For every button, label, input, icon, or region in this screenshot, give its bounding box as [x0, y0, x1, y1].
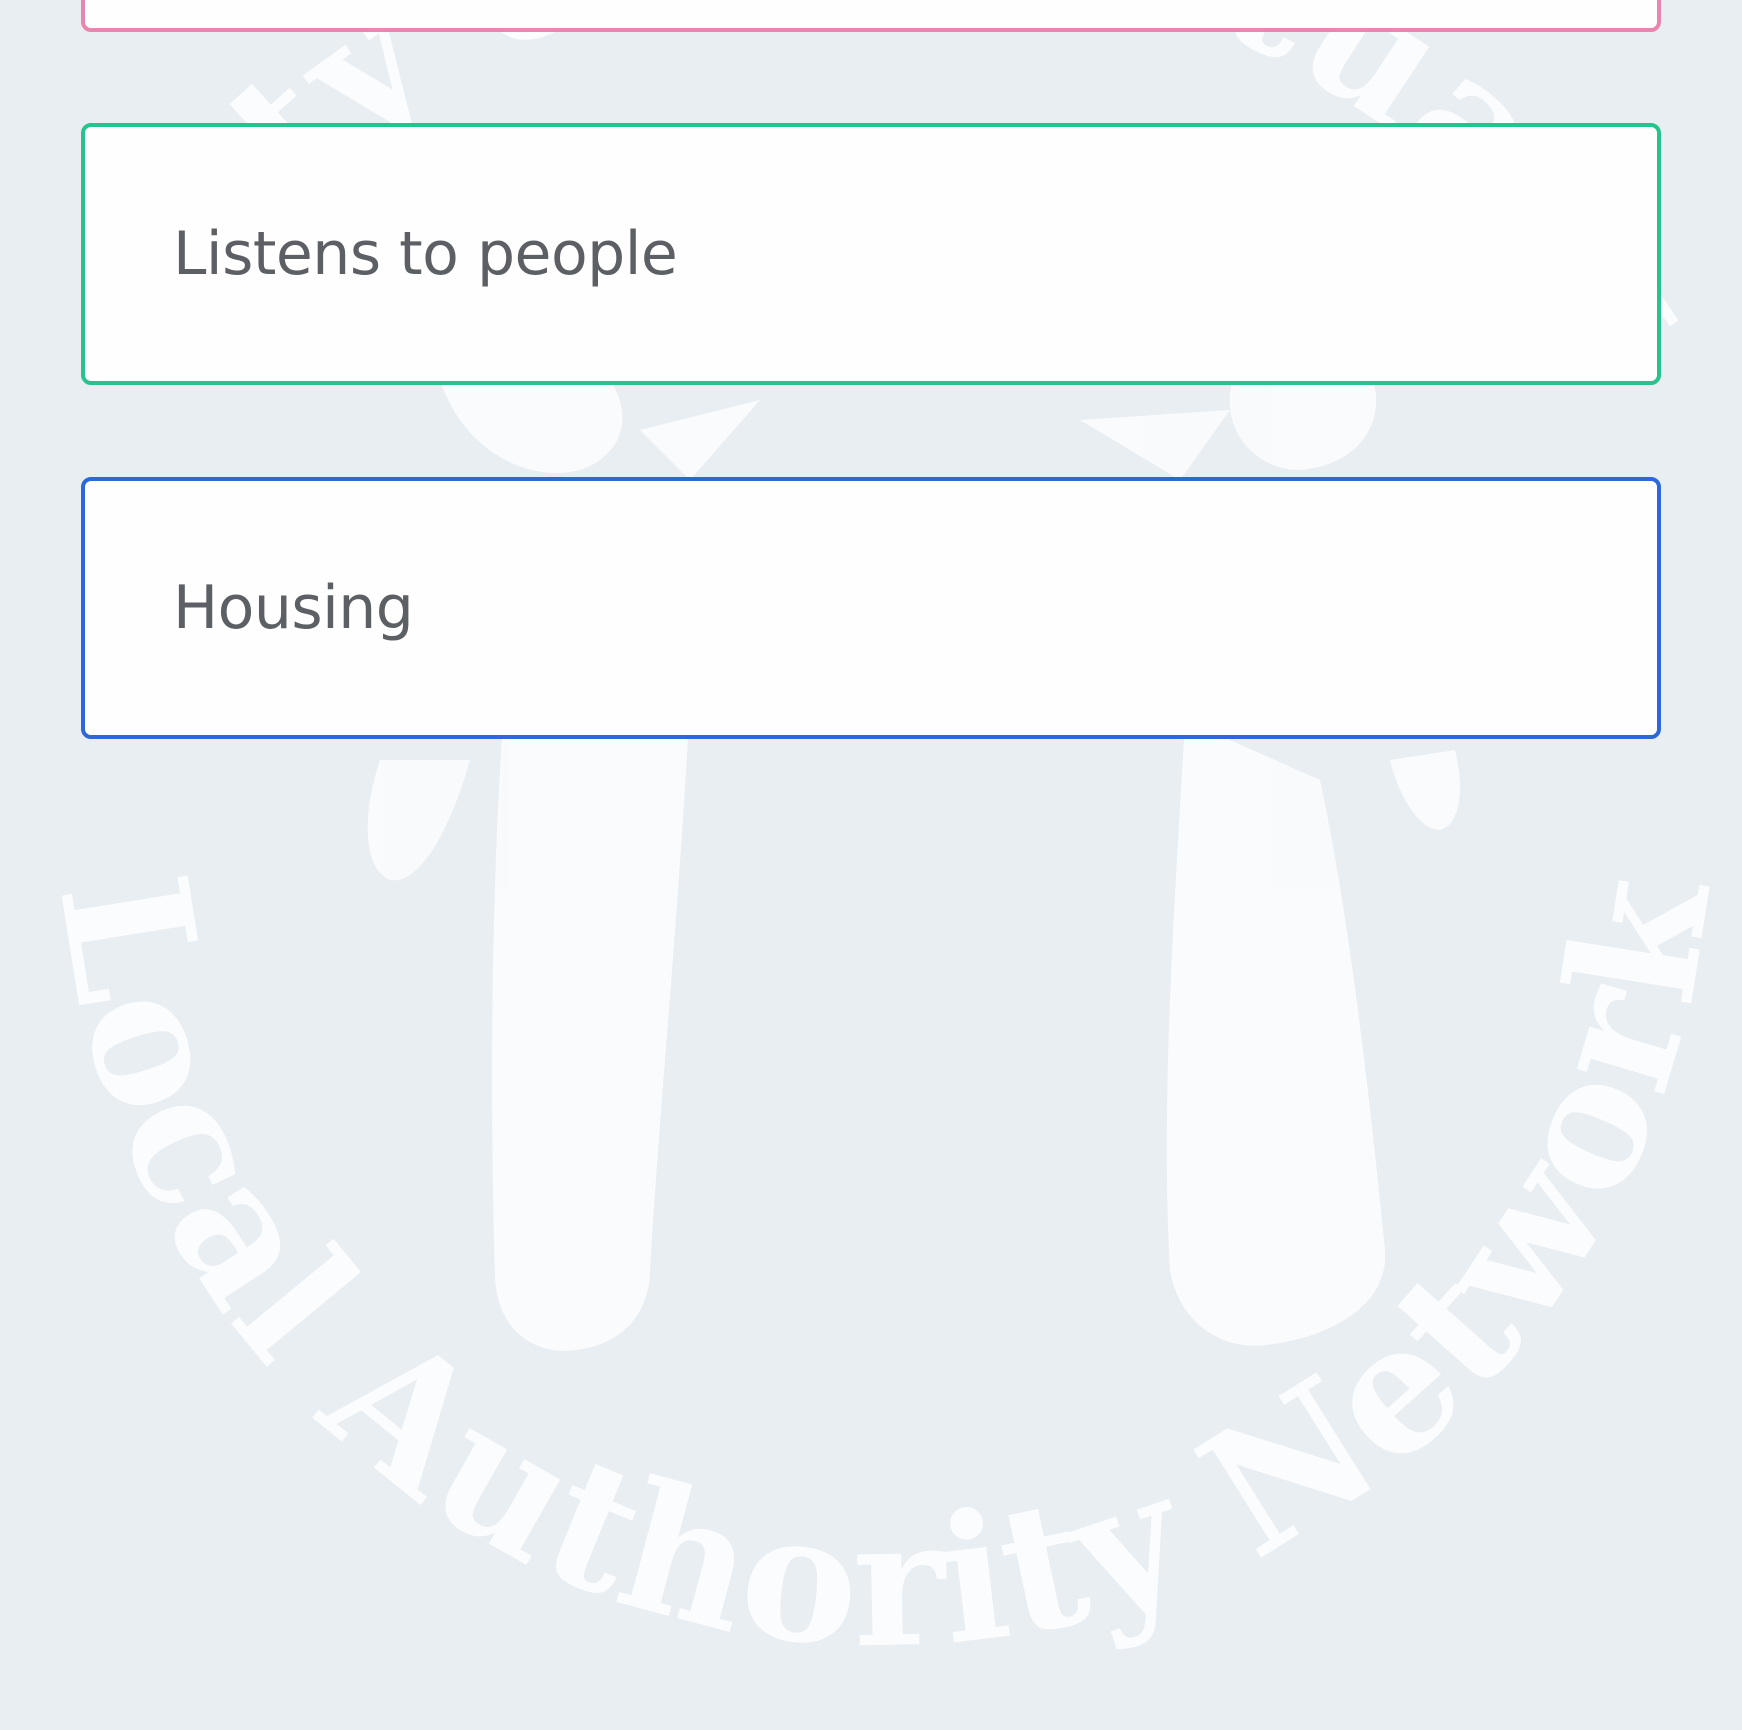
option-card-housing[interactable]: Housing: [81, 477, 1661, 739]
option-card-listens-to-people[interactable]: Listens to people: [81, 123, 1661, 385]
option-label: Housing: [173, 573, 414, 643]
option-card-top[interactable]: [81, 0, 1661, 32]
option-list-screen: Local Authority Network City of Sanctuar…: [0, 0, 1742, 1730]
watermark-bottom-text: Local Authority Network: [19, 860, 1742, 1688]
option-label: Listens to people: [173, 219, 678, 289]
